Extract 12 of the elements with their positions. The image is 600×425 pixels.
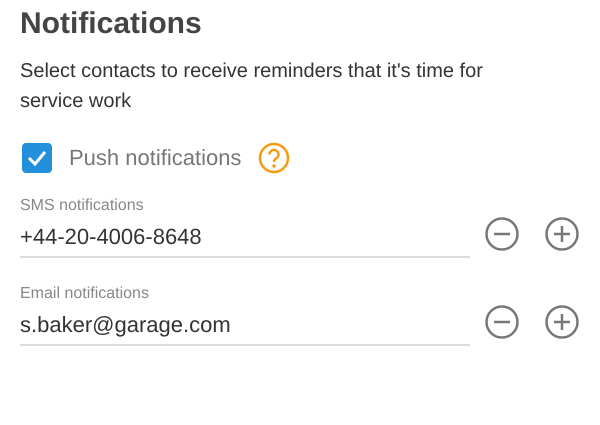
remove-button[interactable] [484,304,520,340]
contact-field[interactable]: +44-20-4006-8648 [20,224,470,258]
contact-field[interactable]: s.baker@garage.com [20,312,470,346]
remove-button[interactable] [484,216,520,252]
push-label: Push notifications [69,145,242,171]
page-title: Notifications [20,6,203,42]
push-checkbox[interactable] [22,143,52,173]
description-text: Select contacts to receive reminders that it's time for service work [20,59,484,114]
add-button[interactable] [544,216,580,252]
field-label: Email notifications [20,285,149,302]
field-label: SMS notifications [20,197,144,214]
add-button[interactable] [544,304,580,340]
